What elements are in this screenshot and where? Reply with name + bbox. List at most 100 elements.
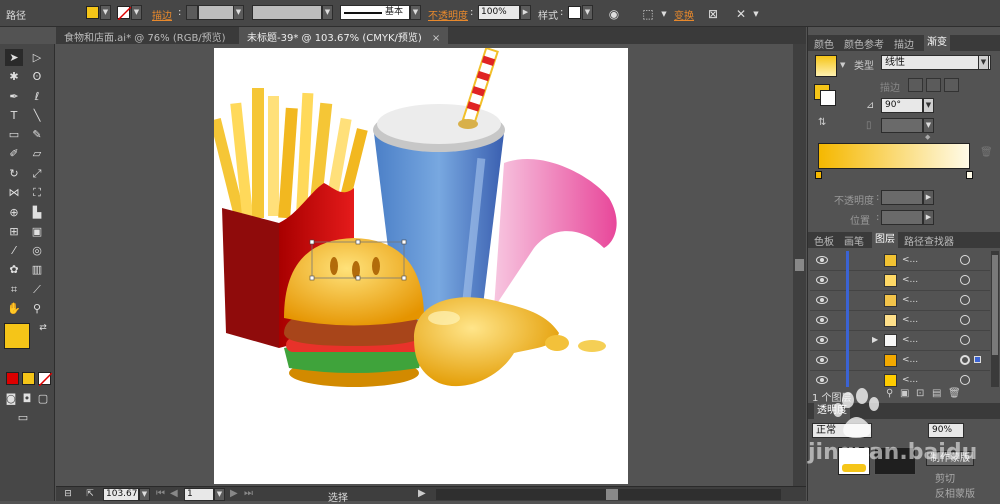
artboard[interactable]	[210, 46, 628, 484]
target-circle-icon[interactable]	[960, 295, 970, 305]
line-tool-icon[interactable]: ╲	[28, 107, 46, 124]
visibility-eye-icon[interactable]	[816, 296, 828, 304]
blend-mode-select[interactable]: 正常	[812, 423, 872, 438]
stroke-label[interactable]: 描边	[152, 7, 172, 22]
fill-dropdown-arrow[interactable]: ▼	[100, 5, 111, 20]
gradient-mode-icon[interactable]	[22, 372, 35, 385]
mask-thumbnail[interactable]	[874, 447, 916, 475]
layer-row[interactable]: <...	[810, 311, 990, 331]
zoom-dropdown[interactable]: ▼	[139, 488, 150, 501]
recolor-icon[interactable]: ◉	[606, 6, 622, 22]
swap-colors-icon[interactable]: ⇄	[34, 320, 52, 337]
transform-label[interactable]: 变换	[674, 7, 694, 22]
close-tab-icon[interactable]: ×	[432, 33, 440, 44]
fast-food-illustration[interactable]	[210, 46, 628, 484]
zoom-tool-icon[interactable]: ⚲	[28, 300, 46, 317]
stop-opacity-arrow[interactable]: ▶	[923, 190, 934, 205]
hand-tool-icon[interactable]: ✋	[5, 300, 23, 317]
stop-location-arrow[interactable]: ▶	[923, 210, 934, 225]
gradient-preview-dropdown[interactable]: ▼	[840, 61, 845, 69]
artboard-tool-icon[interactable]: ⌗	[5, 281, 23, 298]
export-icon[interactable]: ⇱	[82, 486, 98, 502]
stroke-weight-stepper[interactable]	[186, 5, 198, 20]
transparency-opacity-input[interactable]: 90%	[928, 423, 964, 438]
symbol-sprayer-icon[interactable]: ✿	[5, 261, 23, 278]
opacity-label[interactable]: 不透明度	[428, 7, 468, 22]
align-dropdown-icon[interactable]: ▼	[656, 6, 672, 22]
opacity-arrow[interactable]: ▶	[520, 5, 531, 20]
align-icon[interactable]: ⬚	[640, 6, 656, 22]
blend-tool-icon[interactable]: ◎	[28, 242, 46, 259]
flip-icon[interactable]: ✕	[733, 6, 749, 22]
gradient-tool-icon[interactable]: ▣	[28, 223, 46, 240]
reverse-gradient-icon[interactable]: ⇅	[818, 117, 826, 128]
gradient-stop-start[interactable]	[815, 171, 822, 179]
stroke-gradient-option-3[interactable]	[944, 78, 959, 92]
gradient-slider-bar[interactable]	[818, 143, 970, 169]
make-mask-button[interactable]: 制作蒙版	[926, 451, 974, 466]
selection-tool-icon[interactable]: ➤	[5, 49, 23, 66]
horizontal-scrollbar[interactable]	[436, 489, 781, 500]
expand-arrow-icon[interactable]: ▶	[872, 335, 878, 344]
angle-input[interactable]: 90°	[881, 98, 923, 113]
gradient-type-select[interactable]: 线性	[881, 55, 991, 70]
make-clipping-mask-icon[interactable]: ▣	[900, 388, 909, 399]
type-tool-icon[interactable]: T	[5, 107, 23, 124]
perspective-grid-icon[interactable]: ▙	[28, 204, 46, 221]
layer-row[interactable]: ▶ <...	[810, 331, 990, 351]
rectangle-tool-icon[interactable]: ▭	[5, 126, 23, 143]
shape-builder-icon[interactable]: ⊕	[5, 204, 23, 221]
gradient-preview-swatch[interactable]	[815, 55, 837, 77]
stroke-gradient-option-2[interactable]	[926, 78, 941, 92]
layer-row-selected[interactable]: <...	[810, 351, 990, 371]
visibility-eye-icon[interactable]	[816, 276, 828, 284]
tab-transparency[interactable]: 透明度	[814, 403, 850, 419]
layer-row[interactable]: <...	[810, 371, 990, 387]
gradient-type-dropdown[interactable]: ▼	[978, 55, 989, 70]
isolate-icon[interactable]: ⊠	[705, 6, 721, 22]
stop-location-input[interactable]	[881, 210, 923, 225]
visibility-eye-icon[interactable]	[816, 316, 828, 324]
width-tool-icon[interactable]: ⋈	[5, 184, 23, 201]
delete-layer-icon[interactable]: 🗑	[948, 388, 961, 399]
visibility-eye-icon[interactable]	[816, 376, 828, 384]
prev-page-icon[interactable]: ◀	[170, 488, 178, 499]
first-page-icon[interactable]: ⏮	[156, 488, 165, 499]
eraser-icon[interactable]: ▱	[28, 145, 46, 162]
tab-untitled-39[interactable]: 未标题-39* @ 103.67% (CMYK/预览) ×	[239, 27, 449, 44]
zoom-out-icon[interactable]: ⊟	[60, 486, 76, 502]
status-menu-icon[interactable]: ▶	[418, 488, 426, 499]
tab-brushes[interactable]: 画笔	[844, 233, 864, 248]
visibility-eye-icon[interactable]	[816, 336, 828, 344]
layers-scrollbar[interactable]	[991, 251, 999, 387]
tab-gradient[interactable]: 渐变	[924, 35, 950, 51]
zoom-input[interactable]: 103.67	[103, 488, 139, 501]
target-circle-icon[interactable]	[960, 255, 970, 265]
page-input[interactable]: 1	[184, 488, 214, 501]
flip-dropdown-icon[interactable]: ▼	[748, 6, 764, 22]
mesh-tool-icon[interactable]: ⊞	[5, 223, 23, 240]
clip-checkbox-label[interactable]: 剪切	[935, 470, 955, 485]
target-circle-icon[interactable]	[960, 335, 970, 345]
scale-tool-icon[interactable]: ⤢	[28, 165, 46, 182]
invert-mask-checkbox-label[interactable]: 反相蒙版	[935, 485, 975, 500]
lasso-icon[interactable]: ʘ	[28, 68, 46, 85]
layer-row[interactable]: <...	[810, 251, 990, 271]
tab-swatches[interactable]: 色板	[814, 233, 834, 248]
none-mode-icon[interactable]	[38, 372, 52, 386]
fill-color-box[interactable]	[4, 323, 30, 349]
variable-width-profile[interactable]	[252, 5, 322, 20]
draw-inside-icon[interactable]: ▢	[34, 390, 52, 407]
stroke-swatch-none[interactable]	[117, 6, 131, 20]
profile-dropdown[interactable]: ▼	[322, 5, 333, 20]
brush-dropdown[interactable]: ▼	[410, 5, 421, 20]
stroke-weight-dropdown[interactable]: ▼	[233, 5, 244, 20]
scroll-thumb[interactable]	[795, 259, 804, 271]
tab-stroke[interactable]: 描边	[894, 36, 914, 51]
aspect-ratio-dropdown[interactable]: ▼	[923, 118, 934, 133]
gradient-stop-end[interactable]	[966, 171, 973, 179]
free-transform-icon[interactable]: ⛶	[28, 184, 46, 201]
new-layer-icon[interactable]: ▤	[932, 388, 941, 399]
paintbrush-icon[interactable]: ✎	[28, 126, 46, 143]
target-circle-icon-active[interactable]	[960, 355, 970, 365]
